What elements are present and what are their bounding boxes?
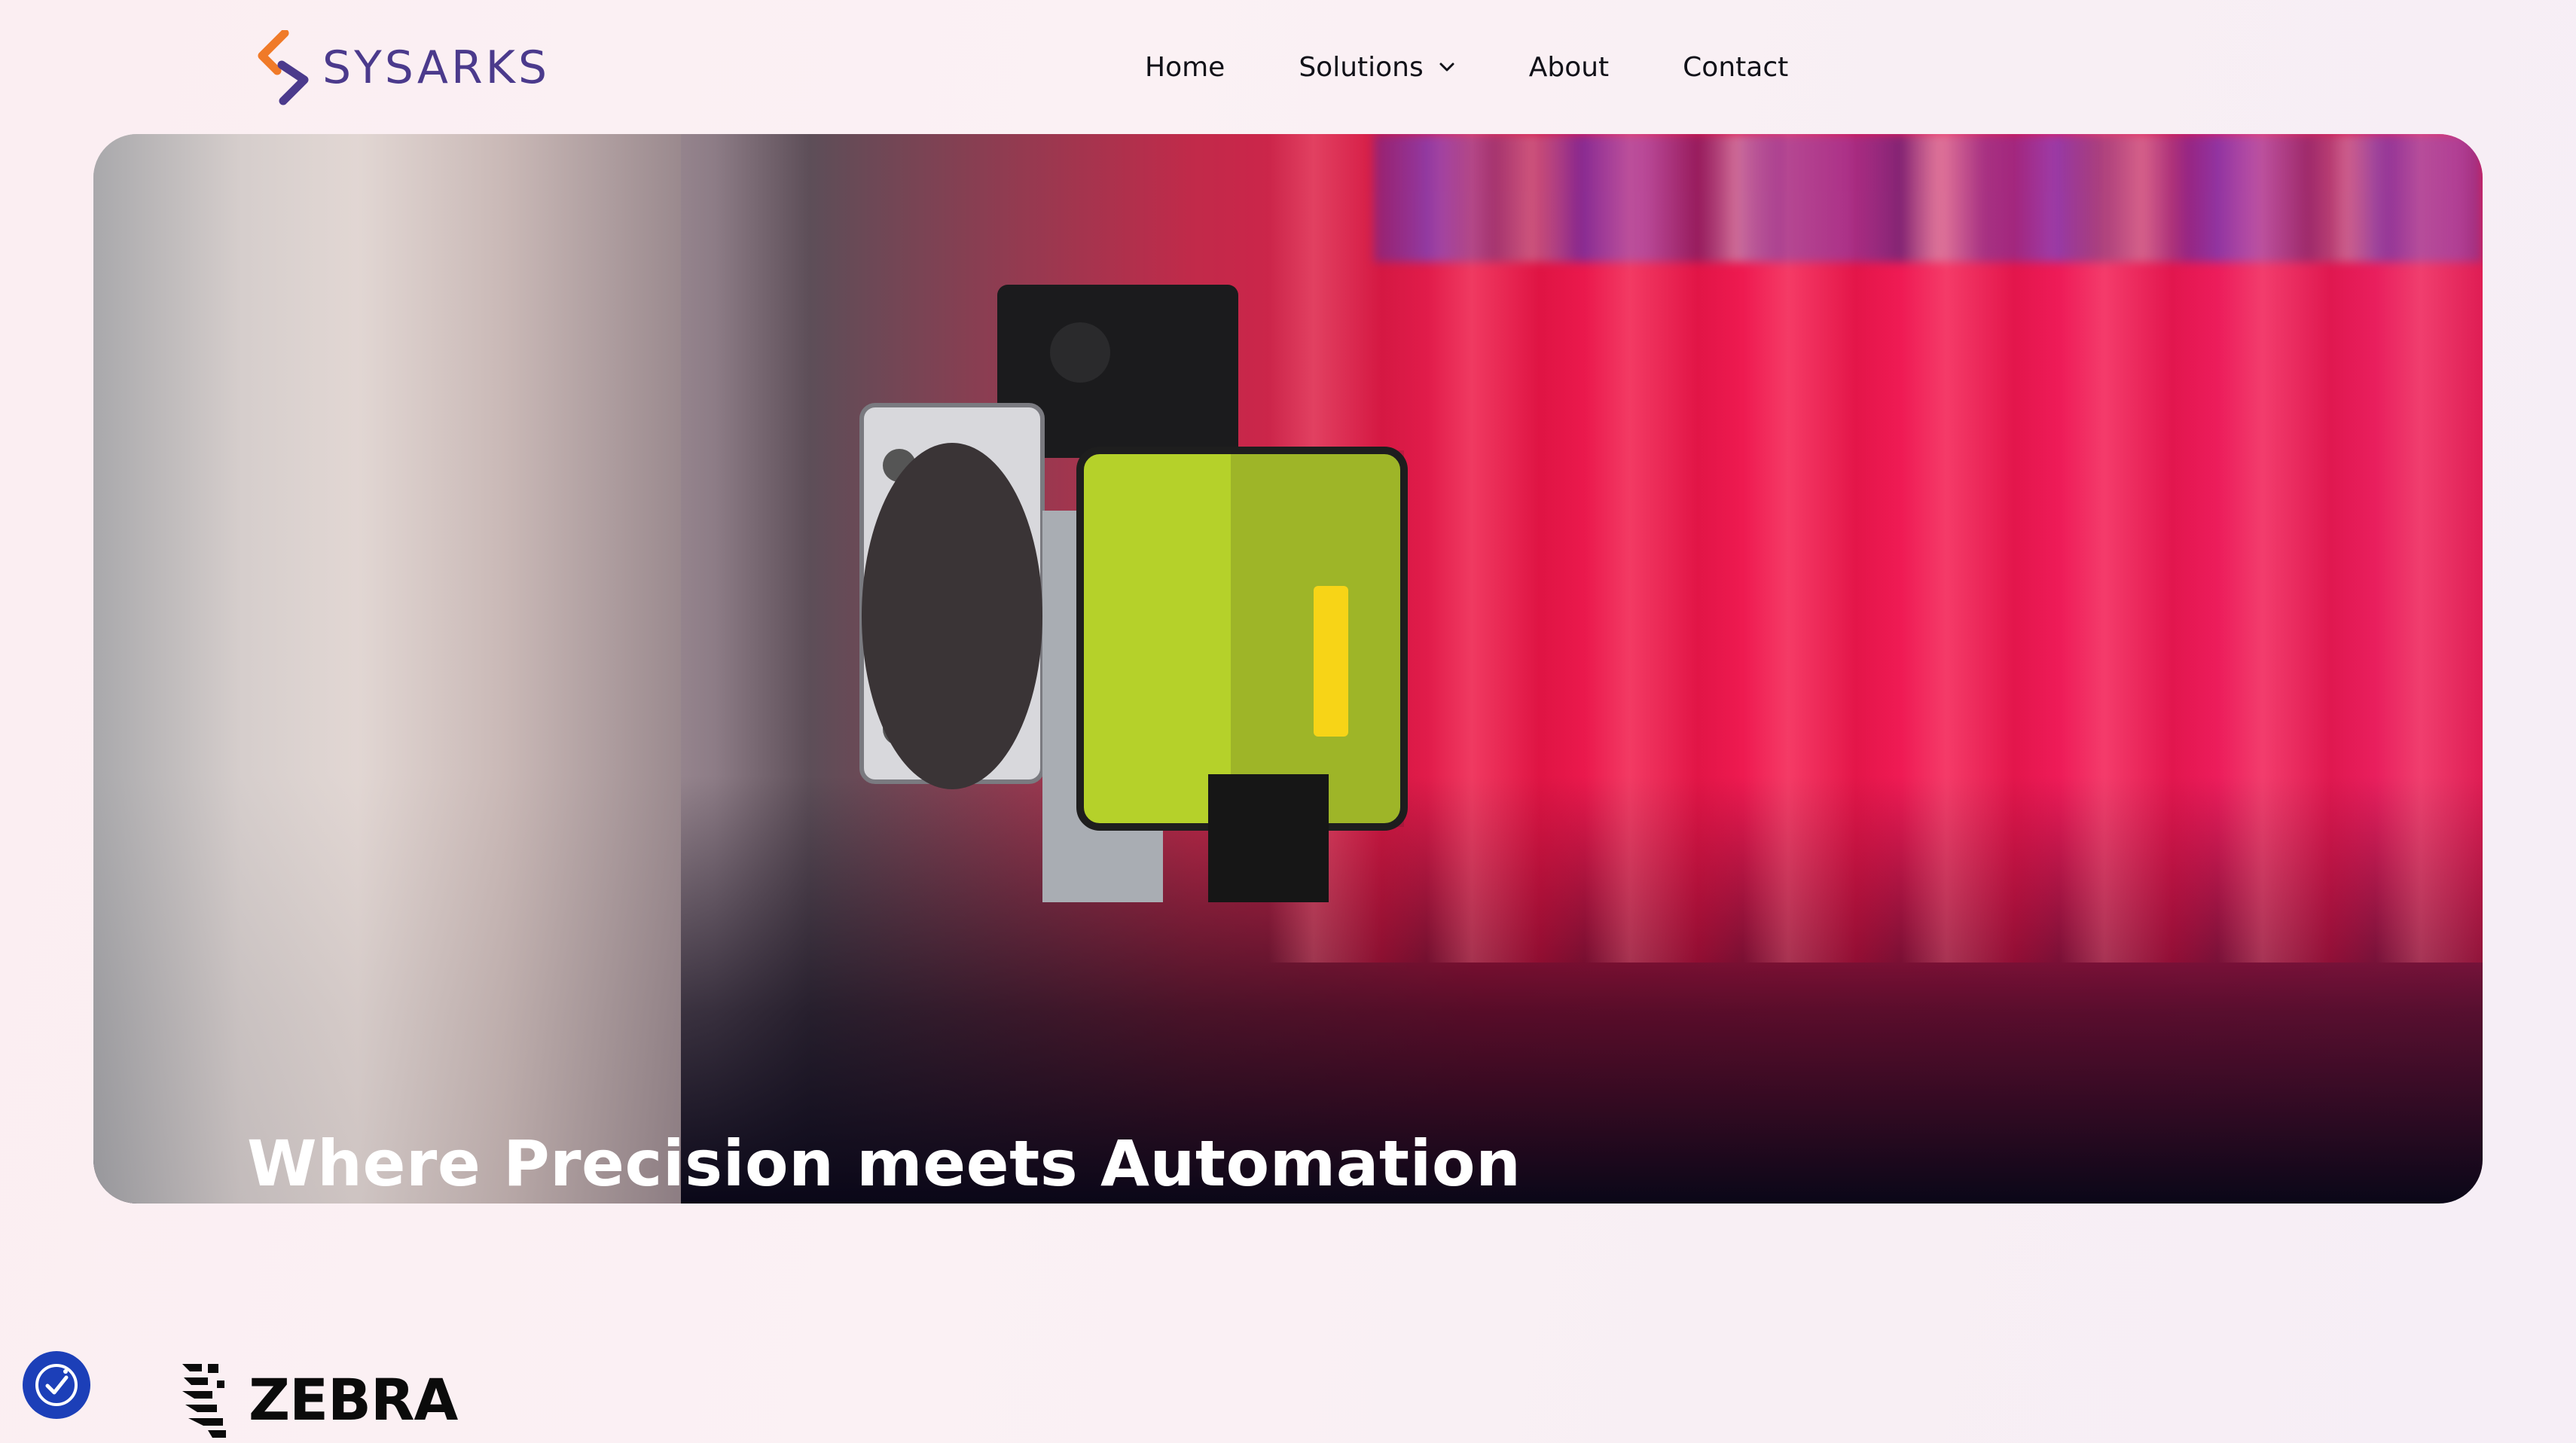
hero-banner: Where Precision meets Automation (93, 134, 2483, 1204)
brand-logo[interactable]: SYSARKS (255, 29, 550, 107)
sysarks-logo-icon (258, 30, 309, 105)
hero-background-pillar (93, 134, 681, 1204)
hero-title: Where Precision meets Automation (247, 1127, 1521, 1200)
nav-contact[interactable]: Contact (1683, 52, 1788, 83)
accessibility-icon (35, 1364, 78, 1406)
chevron-down-icon (1439, 62, 1455, 72)
main-nav: Home Solutions About Contact (1145, 0, 1862, 134)
nav-solutions-label: Solutions (1299, 51, 1424, 83)
partner-logo-zebra[interactable]: ZEBRA (178, 1356, 458, 1443)
nav-home-label: Home (1145, 51, 1225, 83)
nav-contact-label: Contact (1683, 51, 1789, 83)
nav-home[interactable]: Home (1145, 52, 1225, 83)
nav-about-label: About (1528, 51, 1610, 83)
barcode-scanner-image (859, 285, 1408, 902)
accessibility-button[interactable] (23, 1351, 90, 1419)
nav-solutions[interactable]: Solutions (1299, 52, 1454, 83)
hero-background-bottles (1268, 134, 2483, 963)
nav-about[interactable]: About (1529, 52, 1609, 83)
site-header: SYSARKS Home Solutions About Contact (0, 0, 2576, 134)
brand-name: SYSARKS (322, 41, 551, 94)
zebra-logo-icon (182, 1364, 226, 1438)
partner-name-zebra: ZEBRA (249, 1365, 458, 1433)
